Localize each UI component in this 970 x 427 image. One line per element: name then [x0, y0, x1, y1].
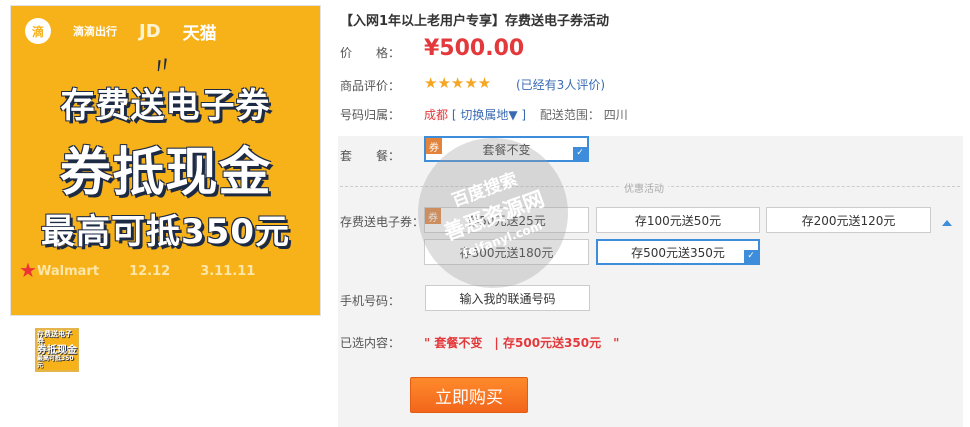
- location-row: 成都 [ 切换属地▼ ] 配送范围： 四川: [424, 106, 628, 123]
- footer-1212: 12.12: [129, 264, 171, 279]
- star-icon: ★: [19, 258, 37, 282]
- brand-tmall: 天猫: [182, 23, 217, 44]
- promo-option-200[interactable]: 存200元送120元: [766, 207, 931, 233]
- buy-now-button[interactable]: 立即购买: [410, 377, 528, 413]
- phone-number-button[interactable]: 输入我的联通号码: [425, 285, 590, 311]
- promo-line-1: 存费送电子券: [60, 86, 271, 126]
- promo-option-label: 存500元送350元: [631, 245, 725, 260]
- selection-label: 已选内容：: [340, 336, 401, 350]
- price-value: ¥500.00: [424, 36, 525, 61]
- promo-label: 存费送电子券：: [340, 215, 425, 229]
- location-city: 成都: [424, 108, 449, 122]
- brand-jd: JD: [139, 20, 161, 42]
- switch-location-link[interactable]: [ 切换属地▼ ]: [452, 108, 526, 122]
- phone-label: 手机号码：: [340, 294, 401, 308]
- footer-walmart: Walmart: [37, 264, 100, 279]
- promo-option-500[interactable]: 存500元送350元: [596, 239, 760, 265]
- rating-label: 商品评价：: [340, 79, 401, 93]
- price-label: 价 格：: [340, 46, 401, 60]
- promo-section-title: 优惠活动: [620, 180, 668, 195]
- review-count-link[interactable]: (已经有3人评价): [516, 76, 605, 93]
- brand-row: 滴 滴滴出行 JD 天猫: [25, 18, 217, 44]
- didi-logo: 滴: [25, 18, 51, 44]
- package-label: 套 餐：: [340, 149, 401, 163]
- product-thumbnail[interactable]: 存费送电子券 券抵现金 最高可抵350元: [35, 328, 79, 372]
- thumb-line-1: 存费送电子券: [37, 330, 72, 346]
- collapse-arrow-icon[interactable]: [942, 220, 952, 226]
- product-title: 【入网1年以上老用户专享】存费送电子券活动: [340, 14, 610, 29]
- delivery-range: 配送范围： 四川: [539, 108, 628, 122]
- promo-option-label: 存100元送50元: [634, 213, 722, 228]
- location-label: 号码归属：: [340, 108, 401, 122]
- footer-1111: 3.11.11: [200, 264, 256, 279]
- spark-icon: 〃: [148, 51, 177, 82]
- promo-line-2: 券抵现金: [59, 143, 272, 203]
- selection-value: " 套餐不变 | 存500元送350元 ": [424, 336, 620, 350]
- coupon-tag-icon: 券: [426, 138, 442, 154]
- product-main-image: 滴 滴滴出行 JD 天猫 〃 存费送电子券 券抵现金 最高可抵350元 ★ Wa…: [10, 5, 321, 316]
- rating-stars-icon: ★★★★★: [424, 74, 492, 92]
- thumb-line-3: 最高可抵350元: [37, 355, 74, 369]
- brand-didi: 滴滴出行: [73, 25, 117, 38]
- image-footer: Walmart 12.12 3.11.11: [37, 264, 255, 279]
- promo-option-label: 存200元送120元: [801, 213, 896, 228]
- promo-line-3: 最高可抵350元: [41, 212, 290, 252]
- promo-option-100[interactable]: 存100元送50元: [596, 207, 760, 233]
